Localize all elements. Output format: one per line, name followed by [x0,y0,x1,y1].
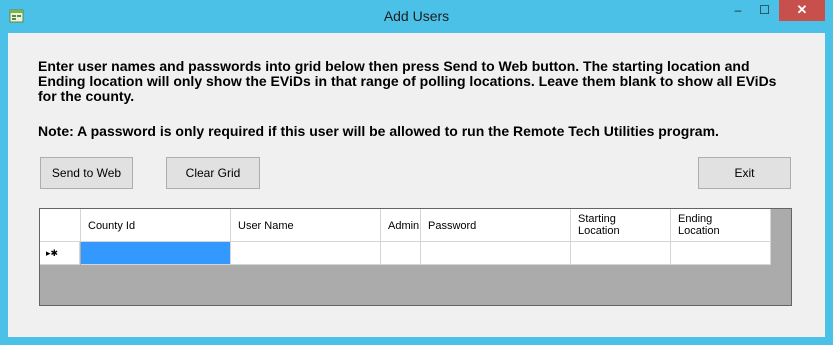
header-line-1: Ending [678,213,713,225]
column-header-password[interactable]: Password [421,209,571,242]
client-area: Enter user names and passwords into grid… [8,33,825,337]
column-header-admin[interactable]: Admin [381,209,421,242]
maximize-button[interactable]: ☐ [751,0,778,21]
grid-corner-header[interactable] [40,209,81,242]
clear-grid-button[interactable]: Clear Grid [166,157,260,189]
column-header-label: User Name [238,220,294,232]
column-header-label: County Id [88,220,136,232]
password-note: Note: A password is only required if thi… [38,123,719,139]
column-header-starting-location[interactable]: Starting Location [571,209,671,242]
minimize-button[interactable]: – [725,0,751,21]
county-id-cell[interactable] [81,242,231,265]
starting-location-cell[interactable] [571,242,671,265]
column-header-user-name[interactable]: User Name [231,209,381,242]
column-header-label: Starting Location [578,213,620,237]
user-name-cell[interactable] [231,242,381,265]
header-line-2: Location [678,225,720,237]
instructions-text: Enter user names and passwords into grid… [38,58,777,104]
close-button[interactable]: ✕ [779,0,825,21]
admin-cell[interactable] [381,242,421,265]
title-bar[interactable]: Add Users – ☐ ✕ [0,0,833,33]
column-header-label: Password [428,220,477,232]
column-header-label: Admin [388,220,420,232]
new-row-indicator[interactable]: ▸✱ [40,242,80,265]
users-grid[interactable]: County Id User Name Admin Password Start… [39,208,792,306]
header-line-1: Starting [578,213,616,225]
column-header-county-id[interactable]: County Id [81,209,231,242]
column-header-ending-location[interactable]: Ending Location [671,209,771,242]
column-header-label: Ending Location [678,213,720,237]
ending-location-cell[interactable] [671,242,771,265]
send-to-web-button[interactable]: Send to Web [40,157,133,189]
password-cell[interactable] [421,242,571,265]
exit-button[interactable]: Exit [698,157,791,189]
window-title: Add Users [383,8,450,24]
header-line-2: Location [578,225,620,237]
add-users-window: Add Users – ☐ ✕ Enter user names and pas… [0,0,833,345]
